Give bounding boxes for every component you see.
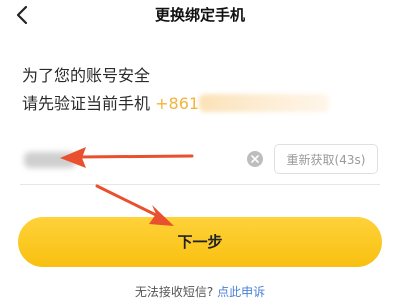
intro-line-2: 请先验证当前手机 +861: [22, 90, 330, 118]
input-underline: [20, 184, 380, 185]
appeal-footer: 无法接收短信? 点此申诉: [0, 283, 400, 300]
resend-code-button[interactable]: 重新获取(43s): [274, 144, 378, 174]
intro-line-1: 为了您的账号安全: [22, 66, 151, 85]
page-title: 更换绑定手机: [154, 6, 245, 24]
verification-code-row: 重新获取(43s): [20, 140, 380, 180]
sms-question-text: 无法接收短信?: [134, 285, 214, 299]
code-value-redacted: [24, 152, 76, 168]
appeal-link[interactable]: 点此申诉: [217, 285, 265, 299]
intro-line-2-text: 请先验证当前手机: [22, 94, 151, 113]
intro-text: 为了您的账号安全 请先验证当前手机 +861: [22, 62, 330, 118]
clear-circle-icon[interactable]: [246, 150, 264, 168]
next-step-button[interactable]: 下一步: [18, 217, 382, 267]
phone-number-prefix: +861: [155, 94, 200, 113]
nav-bar: 更换绑定手机: [0, 0, 400, 30]
phone-number-redacted: [199, 94, 330, 112]
